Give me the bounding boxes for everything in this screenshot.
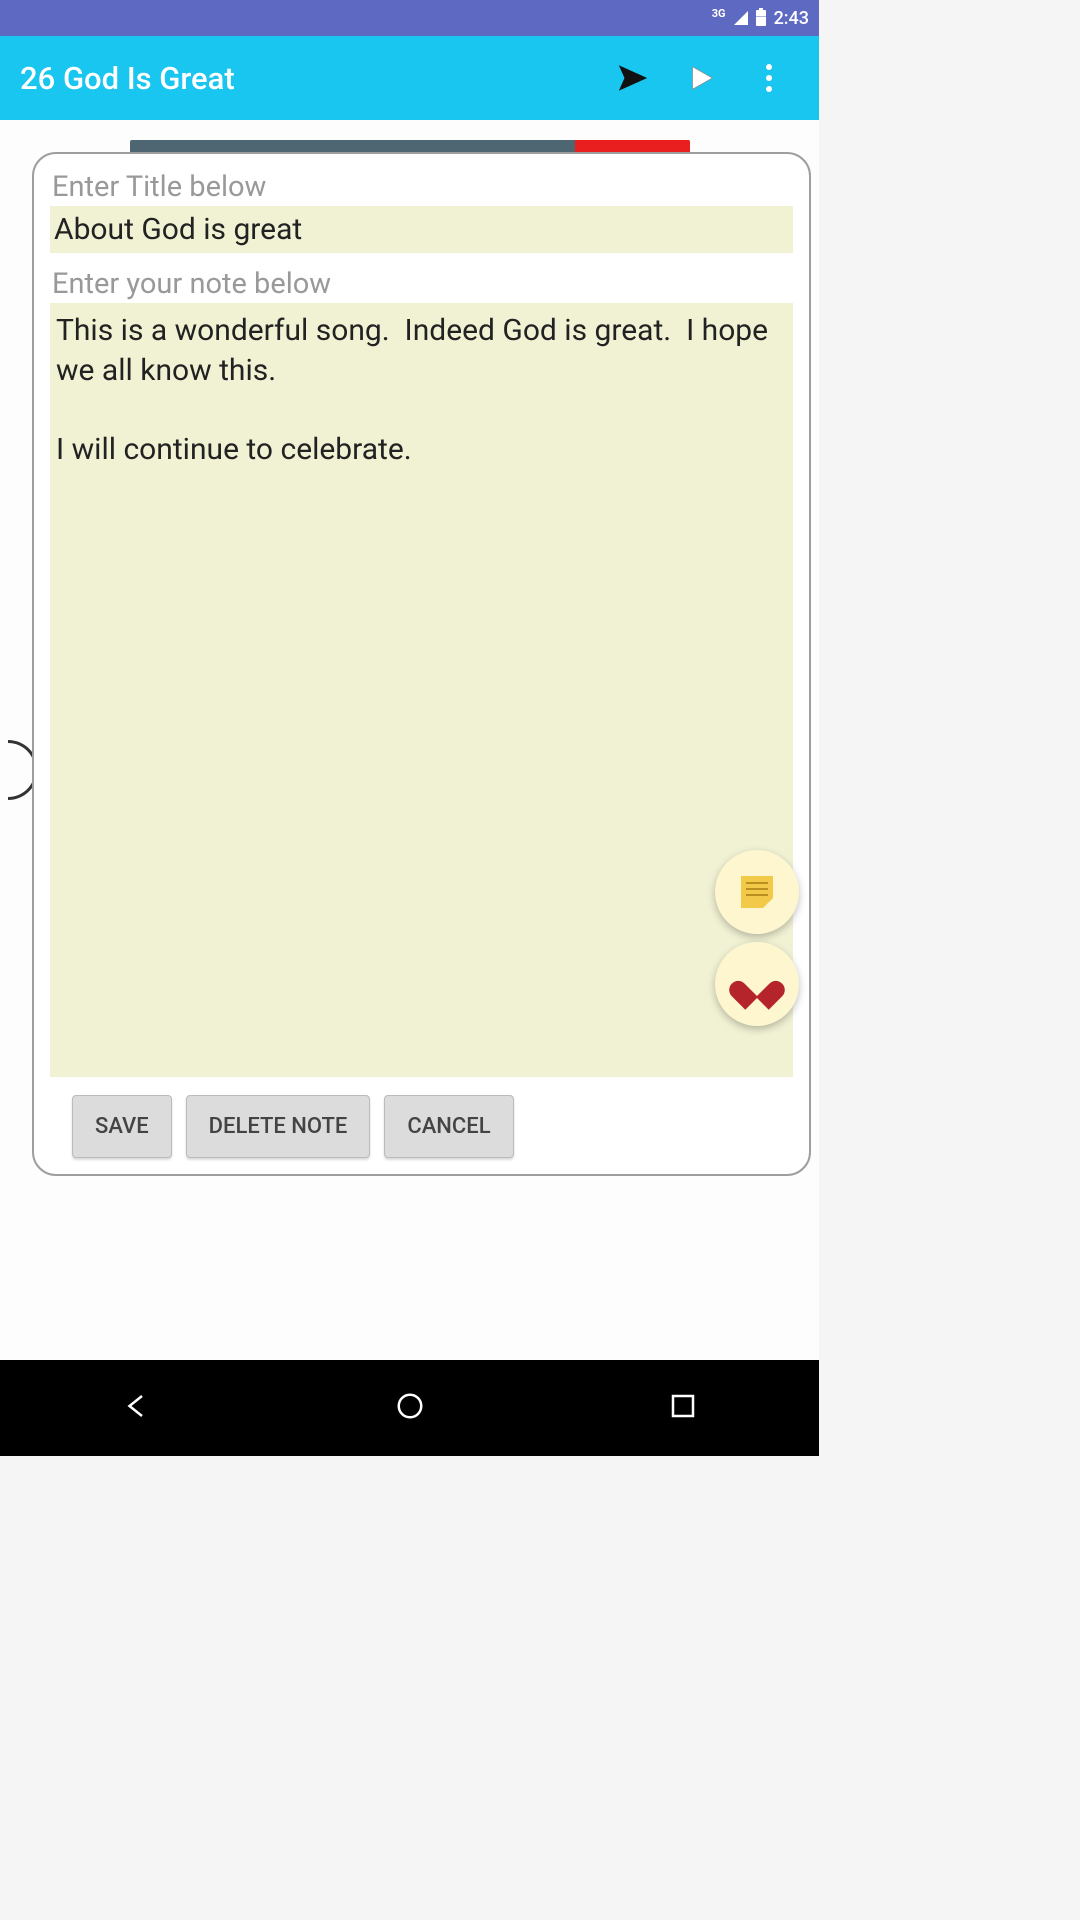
note-input[interactable]	[50, 303, 793, 1077]
recents-button[interactable]	[668, 1391, 698, 1425]
cancel-button[interactable]: CANCEL	[384, 1095, 513, 1158]
dialog-button-row: SAVE DELETE NOTE CANCEL	[50, 1095, 793, 1158]
notes-fab[interactable]	[715, 850, 799, 934]
delete-note-button[interactable]: DELETE NOTE	[186, 1095, 371, 1158]
title-input[interactable]	[50, 206, 793, 253]
home-button[interactable]	[395, 1391, 425, 1425]
send-button[interactable]	[603, 48, 663, 108]
status-bar: 3G 2:43	[0, 0, 819, 36]
navigation-bar	[0, 1360, 819, 1456]
heart-add-icon	[740, 969, 774, 999]
more-button[interactable]	[739, 48, 799, 108]
network-label: 3G	[712, 8, 726, 19]
back-button[interactable]	[122, 1391, 152, 1425]
title-label: Enter Title below	[50, 170, 793, 204]
app-bar: 26 God Is Great	[0, 36, 819, 120]
page-title: 26 God Is Great	[20, 60, 595, 97]
note-editor-dialog: Enter Title below Enter your note below …	[32, 152, 811, 1176]
favorite-fab[interactable]	[715, 942, 799, 1026]
note-icon	[741, 876, 773, 908]
signal-icon	[734, 11, 748, 25]
note-label: Enter your note below	[50, 267, 793, 301]
save-button[interactable]: SAVE	[72, 1095, 172, 1158]
battery-icon	[756, 10, 766, 26]
more-vertical-icon	[766, 64, 772, 92]
status-time: 2:43	[774, 8, 809, 29]
play-button[interactable]	[671, 48, 731, 108]
